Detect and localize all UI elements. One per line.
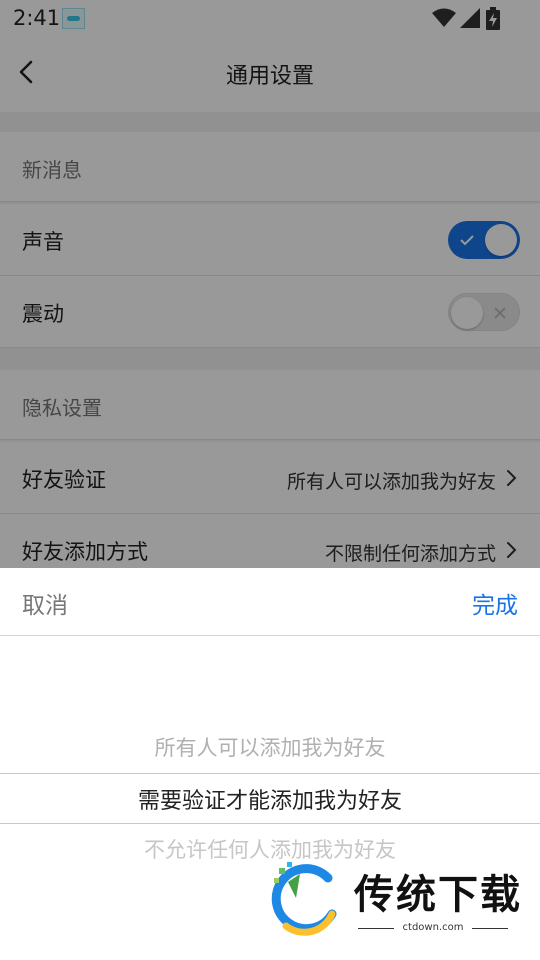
done-button[interactable]: 完成: [472, 586, 518, 620]
picker-option-selected[interactable]: 需要验证才能添加我为好友: [0, 783, 540, 815]
picker-selection-top-line: [0, 773, 540, 774]
watermark-logo: 传统下载 ctdown.com: [266, 858, 520, 942]
picker-toolbar: 取消 完成: [0, 568, 540, 636]
picker-option[interactable]: 所有人可以添加我为好友: [0, 732, 540, 762]
watermark-title: 传统下载: [354, 872, 522, 918]
picker-selection-bottom-line: [0, 823, 540, 824]
cancel-button[interactable]: 取消: [22, 586, 68, 620]
watermark-site: ctdown.com: [358, 922, 508, 933]
logo-icon: [271, 862, 337, 936]
modal-backdrop[interactable]: [0, 0, 540, 568]
